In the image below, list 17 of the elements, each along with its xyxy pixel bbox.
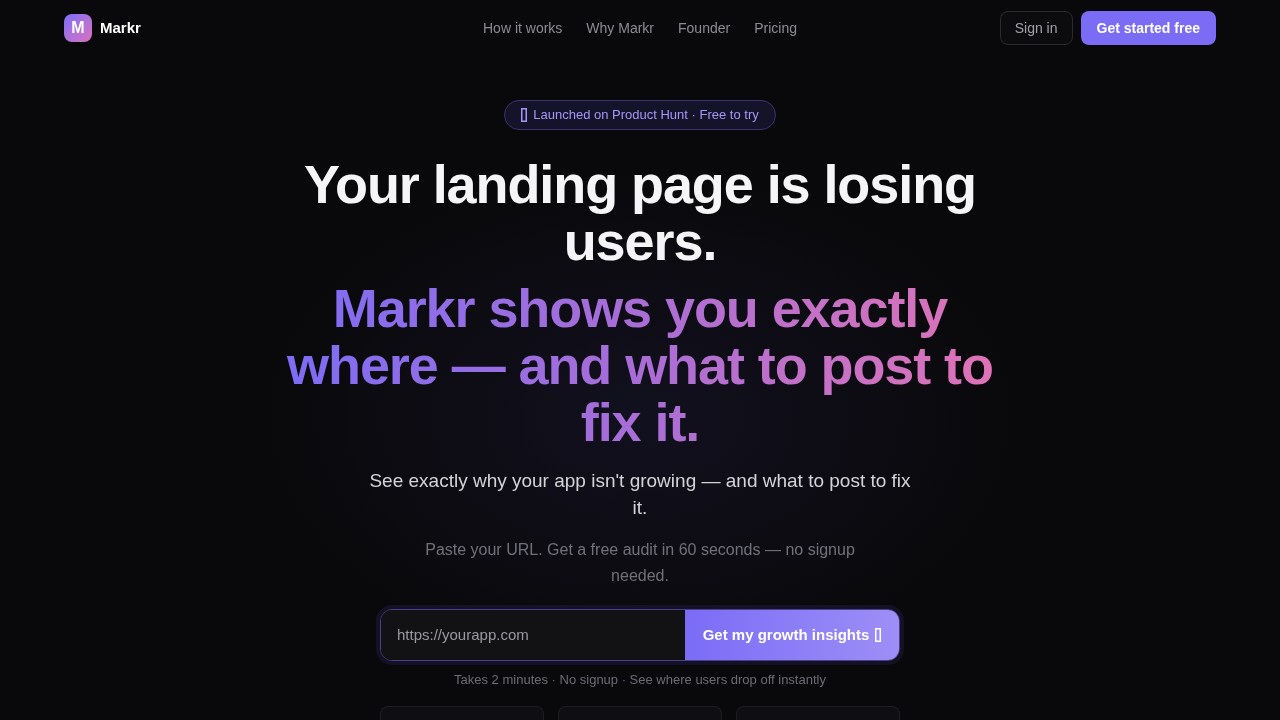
- missing-glyph-icon: [875, 628, 882, 642]
- hero-subtitle: See exactly why your app isn't growing — and what to post to fix it.: [368, 469, 912, 520]
- logo-mark[interactable]: M: [64, 14, 92, 42]
- nav-link[interactable]: Why Markr: [586, 17, 655, 39]
- nav-link[interactable]: Founder: [678, 17, 731, 39]
- get-insights-button[interactable]: Get my growth insights: [685, 610, 899, 660]
- sign-in-button[interactable]: Sign in: [999, 11, 1073, 45]
- hero-headline: Your landing page is losing users.: [303, 156, 977, 270]
- get-started-button[interactable]: Get started free: [1080, 11, 1216, 45]
- brand-name[interactable]: Markr: [100, 16, 141, 40]
- hero-note: Paste your URL. Get a free audit in 60 seconds — no signup needed.: [425, 540, 855, 586]
- nav-link[interactable]: Pricing: [754, 17, 797, 39]
- url-input[interactable]: https://yourapp.com: [381, 610, 685, 660]
- form-caption: Takes 2 minutes · No signup · See where users drop off instantly: [454, 671, 826, 689]
- missing-glyph-icon: [521, 108, 528, 122]
- badge-text: Launched on Product Hunt · Free to try: [533, 106, 759, 125]
- nav-link[interactable]: How it works: [483, 17, 563, 39]
